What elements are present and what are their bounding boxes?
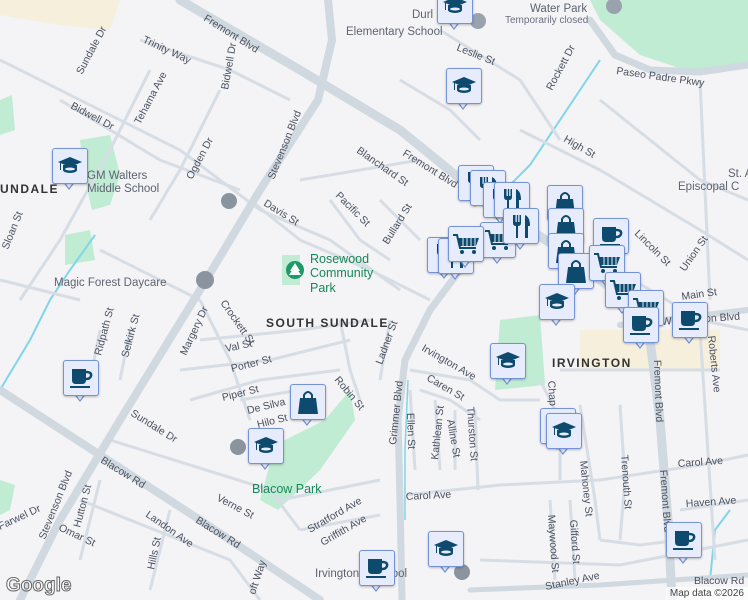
street-label: Trenouth St (618, 454, 634, 509)
street-label: Grimmer Blvd (387, 380, 406, 445)
street-label: Bidwell Dr (219, 41, 239, 90)
street-label: Alline St (444, 418, 463, 458)
school-marker[interactable] (446, 68, 482, 114)
restaurant-icon (503, 208, 539, 244)
street-label: Lincoln St (632, 228, 673, 269)
street-label: Ellen St (404, 413, 417, 450)
place-label[interactable]: Middle School (87, 183, 159, 195)
street-label: Val St (224, 338, 253, 355)
coffee-marker[interactable] (666, 522, 702, 568)
place-label[interactable]: GM Walters (87, 170, 148, 182)
school-icon (428, 531, 464, 567)
street-label: Blacow Rd (193, 514, 242, 551)
street-label: Hills St (145, 536, 164, 571)
street-label: Union St (678, 234, 711, 274)
street-label: Mahoney St (577, 460, 595, 517)
school-marker[interactable] (52, 148, 88, 194)
green-patch (0, 95, 15, 135)
school-marker[interactable] (437, 0, 473, 34)
street-label: Carol Ave (677, 455, 723, 470)
school-icon (52, 148, 88, 184)
street-label: Carol Ave (406, 489, 452, 503)
school-icon (437, 0, 473, 24)
street-label: Stanley Ave (544, 570, 601, 593)
place-label[interactable]: St. A (728, 168, 748, 180)
school-marker[interactable] (539, 284, 575, 330)
street-label: Fremont Blvd (651, 360, 665, 423)
street-label: Gifford St (567, 519, 582, 564)
street-label: Sloan St (0, 210, 26, 251)
school-icon (490, 343, 526, 379)
coffee-icon (672, 302, 708, 338)
neighborhood-label: IRVINGTON (552, 356, 632, 370)
street-label: High St (562, 133, 598, 161)
restaurant-marker[interactable] (503, 208, 539, 254)
coffee-marker[interactable] (623, 307, 659, 353)
street-label: Tehama Ave (132, 70, 170, 127)
street-label: Blacow Rd (98, 454, 147, 491)
school-icon (446, 68, 482, 104)
street-label: Verne St (215, 492, 256, 522)
coffee-icon (63, 360, 99, 396)
street-label: Haven Ave (685, 494, 736, 510)
school-icon (539, 284, 575, 320)
street-label: Main St (681, 286, 718, 303)
school-icon (248, 428, 284, 464)
coffee-icon (666, 522, 702, 558)
place-label[interactable]: Elementary School (346, 26, 443, 38)
street-label: Bullard St (380, 202, 414, 247)
street-label: Thurston St (464, 406, 480, 461)
green-patch (65, 230, 95, 265)
street-label: Maywood St (545, 514, 561, 573)
place-status: Temporarily closed (505, 15, 588, 26)
street-label: Selkirk St (119, 313, 142, 359)
street-label: Trinity Way (141, 34, 194, 67)
school-marker[interactable] (490, 343, 526, 389)
school-pin-icon[interactable] (221, 193, 237, 209)
shopping-icon (290, 384, 326, 420)
park-label[interactable]: Rosewood (310, 252, 369, 266)
grocery-icon (448, 226, 484, 262)
google-logo: Google (5, 575, 72, 597)
street-label: Blanchard St (354, 145, 410, 189)
place-label[interactable]: Water Park (530, 3, 587, 15)
street-label: Ridpath St (92, 306, 116, 357)
street-label: Rockett Dr (544, 43, 578, 93)
street-label: Sundale Dr (74, 24, 109, 76)
coffee-marker[interactable] (672, 302, 708, 348)
park-label[interactable]: Park (310, 281, 336, 295)
street-label: Blacow Rd (694, 575, 744, 587)
grocery-marker[interactable] (448, 226, 484, 272)
school-marker[interactable] (248, 428, 284, 474)
place-label[interactable]: Episcopal C (678, 181, 739, 193)
street-label: Stevenson Blvd (266, 109, 305, 181)
shopping-marker[interactable] (290, 384, 326, 430)
street-label: Sundale Dr (128, 407, 179, 445)
coffee-marker[interactable] (359, 550, 395, 596)
neighborhood-label: UNDALE (0, 182, 59, 196)
green-patch (0, 480, 15, 515)
school-icon (546, 413, 582, 449)
school-marker[interactable] (428, 531, 464, 577)
coffee-icon (623, 307, 659, 343)
neighborhood-label: SOUTH SUNDALE (266, 316, 389, 330)
place-label[interactable]: Durl (412, 9, 433, 21)
park-label[interactable]: Community (310, 266, 374, 280)
park-label[interactable]: Blacow Park (252, 482, 322, 496)
school-marker[interactable] (546, 413, 582, 459)
place-label[interactable]: Magic Forest Daycare (54, 277, 166, 289)
street-label: Chap (545, 380, 559, 406)
coffee-marker[interactable] (63, 360, 99, 406)
street-label: Leslie St (455, 42, 497, 68)
street-label: oft Way (246, 558, 269, 596)
school-pin-icon[interactable] (196, 271, 214, 289)
map-attribution[interactable]: Map data ©2026 (665, 587, 748, 600)
school-pin-icon[interactable] (230, 439, 246, 455)
coffee-icon (359, 550, 395, 586)
street-label: Porter St (230, 353, 273, 375)
commercial-area (0, 0, 120, 30)
street-label: Kathlean St (429, 405, 447, 460)
